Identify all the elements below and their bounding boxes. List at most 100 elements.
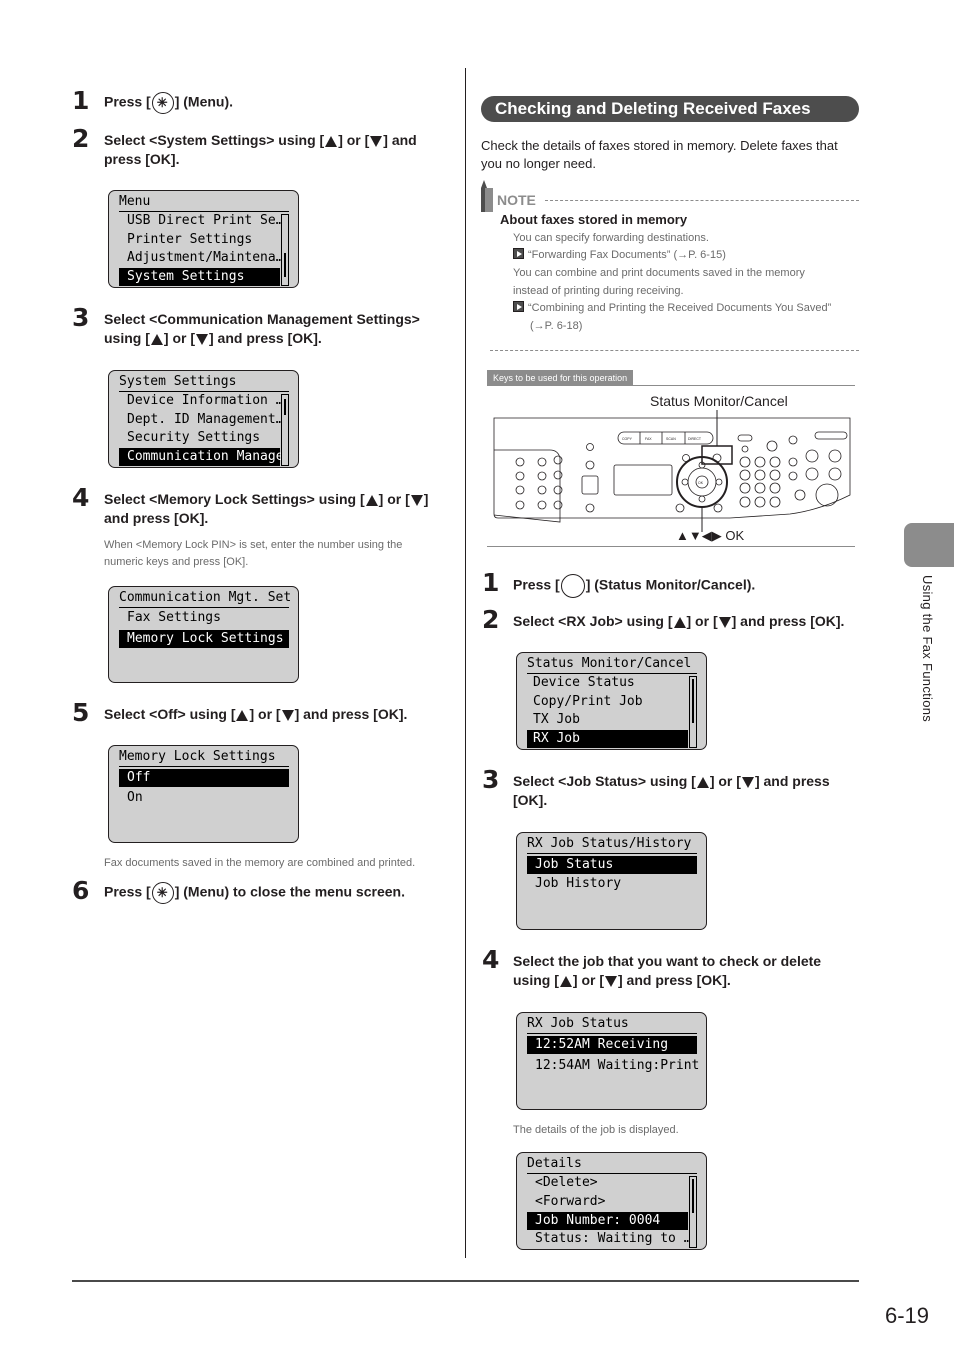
xref-arrow-icon [513,301,524,312]
menu-key-icon [151,92,174,114]
lcd-scrollbar[interactable] [689,676,697,748]
step-text-part: ] and press [OK]. [731,613,845,629]
note-xref-link[interactable]: “Forwarding Fax Documents” (→P. 6-15) [513,247,726,264]
lcd-row[interactable]: 12:54AM Waiting:Print [527,1057,702,1075]
note-divider-bottom [490,350,859,351]
step-text-part: Select <Job Status> using [ [513,773,696,789]
panel-copy-label: COPY [622,437,633,441]
up-arrow-icon [365,494,378,506]
lcd-scroll-thumb[interactable] [692,1179,694,1213]
lcd-row-selected[interactable]: System Settings [119,268,280,286]
step-text-part: ] and [383,132,417,148]
lcd-title-underline [119,607,289,608]
up-arrow-icon [150,333,163,345]
step-number: 3 [72,303,90,332]
note-xref-link[interactable]: “Combining and Printing the Received Doc… [513,300,831,317]
panel-left-flap [493,449,561,523]
callout-status-monitor: Status Monitor/Cancel [650,393,788,409]
step-number: 3 [482,765,500,794]
keys-label: Keys to be used for this operation [487,370,634,386]
lcd-row[interactable]: Job History [527,875,697,893]
lcd-scrollbar[interactable] [689,1176,697,1248]
step-text-part: Select <Communication Management Setting… [104,311,420,327]
note-divider-top [545,200,859,201]
panel-display [613,464,673,496]
step-note: Fax documents saved in the memory are co… [104,857,416,869]
lcd-row-selected[interactable]: Job Status [527,856,697,874]
lcd-row[interactable]: Printer Settings [119,231,279,249]
step-text-part: ] and press [754,773,830,789]
step-number: 6 [72,876,90,905]
step-text-part: Press [ [513,576,560,593]
step-text-part: Press [ [104,93,151,110]
lcd-row[interactable]: On [119,789,289,807]
lcd-row[interactable]: Status: Waiting to … [527,1230,692,1248]
xref-text[interactable]: “Forwarding Fax Documents” (→P. 6-15) [528,249,726,261]
column-divider [465,68,466,1258]
lcd-row[interactable]: Security Settings [119,429,279,447]
step-text-part: ] and press [OK]. [294,706,408,722]
intro-line: you no longer need. [481,156,596,171]
lcd-scroll-thumb[interactable] [692,679,694,723]
step-instruction: Press [ ] (Menu). [104,92,233,114]
lcd-title: System Settings [119,374,237,389]
note-xref-page[interactable]: (→P. 6-18) [530,318,582,335]
lcd-scrollbar[interactable] [281,394,289,466]
down-arrow-icon [718,616,731,628]
lcd-row[interactable]: Dept. ID Management… [119,411,284,429]
xref-arrow-icon [513,248,524,259]
down-arrow-icon [370,135,383,147]
step-text-part: ] (Menu). [174,93,234,110]
up-arrow-icon [696,776,709,788]
lcd-screen-rx-job-status-history: RX Job Status/History Job Status Job His… [516,832,707,930]
lcd-row-selected[interactable]: Communication Manage [119,448,284,466]
chapter-tab[interactable] [904,523,954,567]
lcd-row-selected[interactable]: Memory Lock Settings [119,630,289,648]
step-number: 1 [482,568,500,597]
lcd-row[interactable]: Copy/Print Job [527,693,687,711]
up-arrow-icon [325,135,338,147]
lcd-screen-menu: Menu USB Direct Print Se… Printer Settin… [108,190,299,288]
lcd-row[interactable]: Fax Settings [119,609,289,627]
lcd-scroll-thumb[interactable] [284,253,286,277]
lcd-row[interactable]: TX Job [527,711,687,729]
callout-arrows-ok: ▲▼◀▶ OK [676,528,745,543]
lcd-screen-details: Details <Delete> <Forward> Job Number: 0… [516,1152,707,1250]
note-line: When <Memory Lock PIN> is set, enter the… [104,539,403,551]
keys-rule [487,385,855,386]
note-heading: About faxes stored in memory [500,212,688,227]
lcd-title: Details [527,1156,582,1171]
lcd-row[interactable]: Adjustment/Maintena… [119,249,284,267]
step-text-part: ] or [ [709,773,741,789]
step-number: 4 [72,483,90,512]
step-instruction: Select <Off> using [] or [] and press [O… [104,705,407,724]
step-text-part: Select <Memory Lock Settings> using [ [104,491,365,507]
step-text-part: ] or [ [572,972,604,988]
lcd-scrollbar[interactable] [281,214,289,286]
lcd-title: Status Monitor/Cancel [527,656,692,671]
lcd-scroll-thumb[interactable] [284,399,286,415]
lcd-row[interactable]: Device Status [527,674,687,692]
lcd-row-selected[interactable]: Job Number: 0004 [527,1212,688,1230]
step-note: When <Memory Lock PIN> is set, enter the… [104,537,402,571]
lcd-row-selected[interactable]: Off [119,769,289,787]
lcd-screen-status-monitor: Status Monitor/Cancel Device Status Copy… [516,652,707,750]
step-text-part: Select <RX Job> using [ [513,613,673,629]
footer-rule [72,1280,859,1282]
intro-line: Check the details of faxes stored in mem… [481,138,838,153]
note-line: You can specify forwarding destinations. [513,232,709,244]
lcd-row-selected[interactable]: 12:52AM Receiving [527,1036,697,1054]
step-text-part: Select the job that you want to check or… [513,953,822,969]
status-monitor-key-icon [560,574,585,598]
step-number: 5 [72,698,90,727]
panel-scan-label: SCAN [666,437,676,441]
xref-text[interactable]: “Combining and Printing the Received Doc… [528,302,831,314]
lcd-row[interactable]: Device Information … [119,392,284,410]
lcd-row[interactable]: <Delete> [527,1174,687,1192]
lcd-row[interactable]: USB Direct Print Se… [119,212,284,230]
lcd-row-selected[interactable]: RX Job [527,730,688,748]
lcd-row[interactable]: <Forward> [527,1193,687,1211]
step-number: 4 [482,945,500,974]
step-instruction: Press [] (Menu) to close the menu screen… [104,882,405,904]
pencil-icon [481,180,493,212]
